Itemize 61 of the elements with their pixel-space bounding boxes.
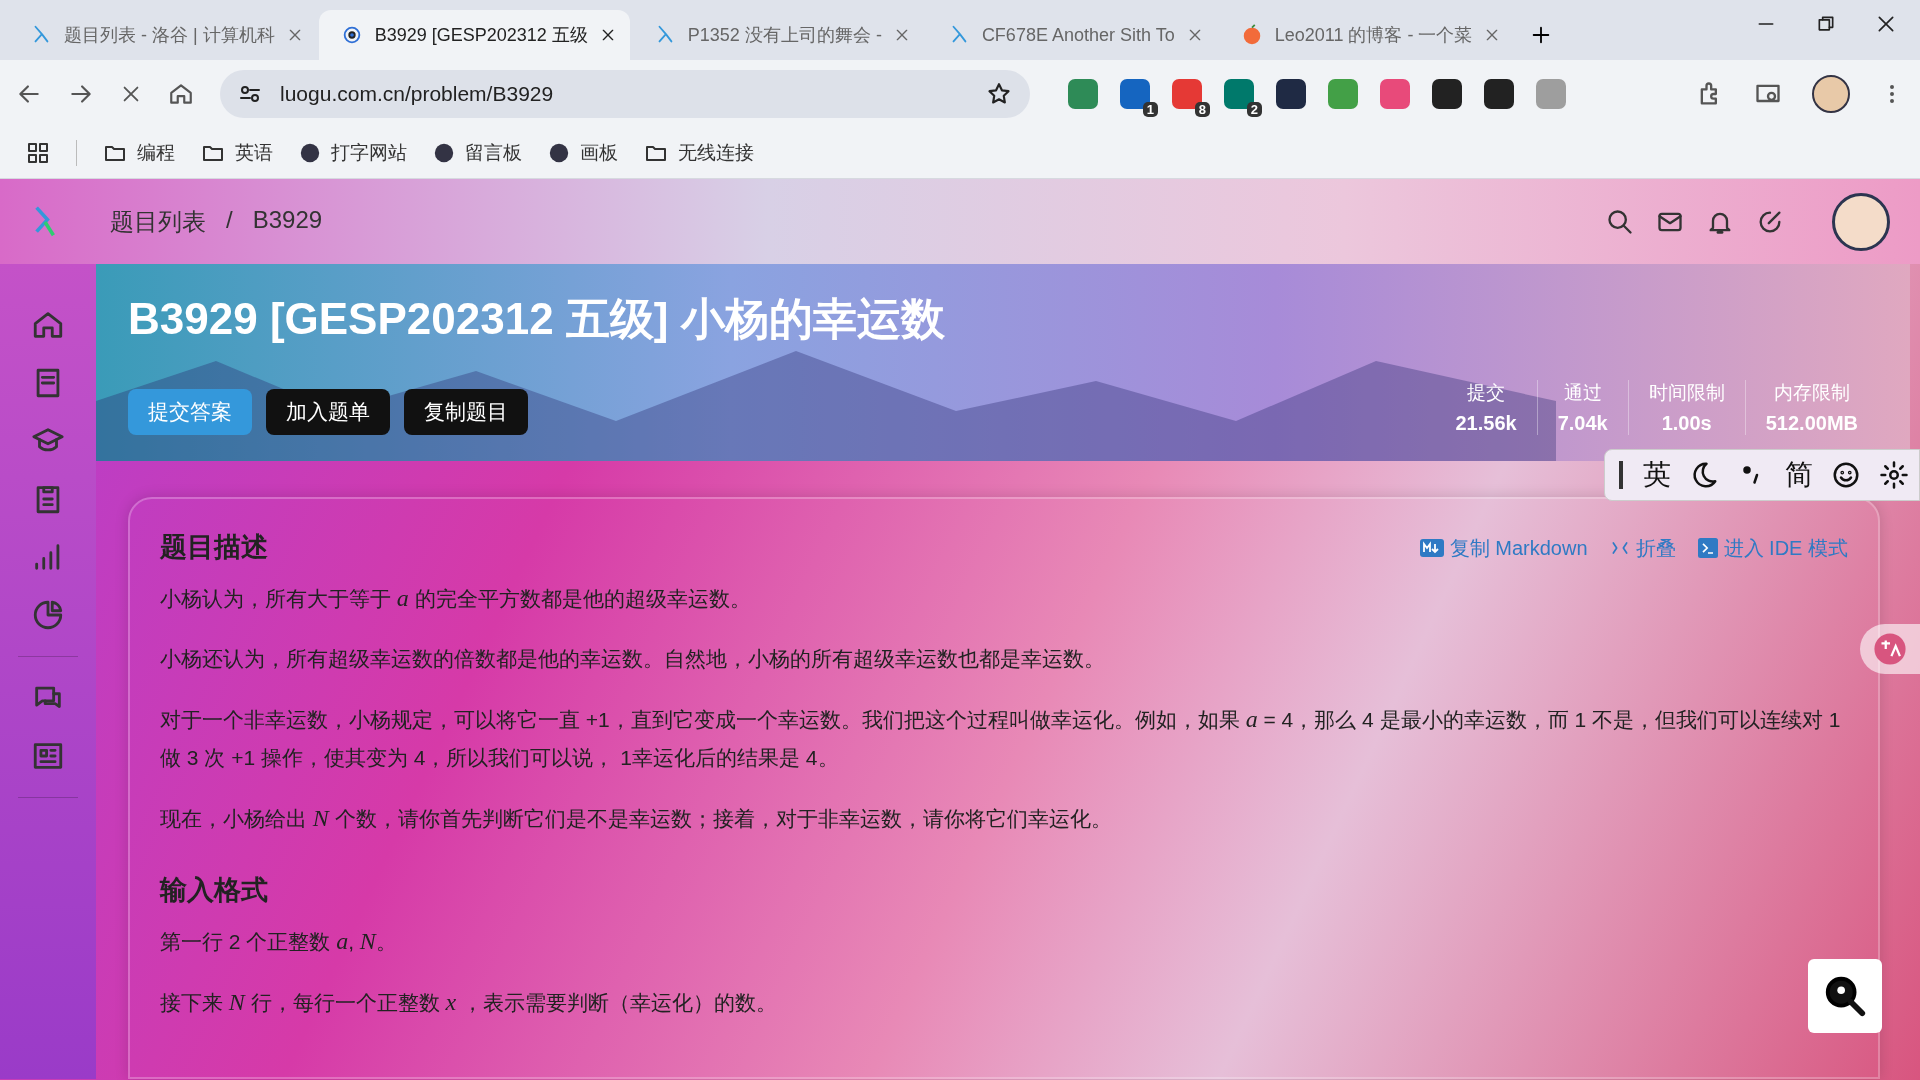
section-heading: 题目描述 (160, 531, 268, 564)
site-icon (299, 142, 321, 164)
bookmark[interactable]: 留言板 (433, 140, 522, 166)
markdown-icon (1419, 539, 1444, 557)
restore-icon[interactable] (1816, 14, 1836, 34)
profile-avatar[interactable] (1812, 75, 1850, 113)
browser-tab[interactable]: Leo2011 的博客 - 一个菜 (1218, 10, 1515, 60)
extension-icon[interactable] (1276, 79, 1306, 109)
browser-tab[interactable]: P1352 没有上司的舞会 - (631, 10, 924, 60)
language-toggle[interactable]: 英 (1643, 456, 1671, 494)
bookmark[interactable]: 画板 (548, 140, 618, 166)
close-icon[interactable] (1876, 14, 1896, 34)
problem-title: B3929 [GESP202312 五级] 小杨的幸运数 (128, 293, 946, 345)
pie-chart-icon[interactable] (31, 598, 65, 632)
breadcrumb-link[interactable]: 题目列表 (110, 205, 206, 238)
extension-icon[interactable] (1484, 79, 1514, 109)
stat-label: 内存限制 (1773, 381, 1850, 405)
search-button[interactable] (1808, 959, 1882, 1033)
browser-tab[interactable]: CF678E Another Sith To (925, 10, 1217, 60)
browser-tab[interactable]: 题目列表 - 洛谷 | 计算机科 (8, 10, 317, 60)
stat-value: 512.00MB (1765, 412, 1858, 435)
paragraph: 第一行 2 个正整数 a, N。 (160, 927, 398, 956)
bookmark[interactable]: 无线连接 (644, 140, 754, 166)
drag-handle-icon[interactable] (1619, 461, 1625, 489)
emoji-icon[interactable] (1831, 460, 1861, 490)
section-heading: 输入格式 (160, 874, 268, 907)
terminal-icon (1697, 538, 1718, 558)
user-avatar[interactable] (1832, 192, 1890, 251)
stat-label: 提交 (1467, 381, 1506, 405)
stat-label: 时间限制 (1648, 381, 1725, 405)
translate-button[interactable] (1860, 624, 1920, 674)
breadcrumb-current: B3929 (252, 205, 323, 235)
site-icon (548, 142, 570, 164)
badge-count: 2 (1246, 102, 1262, 117)
badge-count: 8 (1194, 102, 1210, 117)
bookmark[interactable]: 编程 (103, 140, 175, 166)
stat-value: 7.04k (1557, 412, 1608, 435)
apps-icon[interactable] (26, 141, 50, 165)
address-bar[interactable]: luogu.com.cn/problem/B3929 (220, 70, 1030, 118)
script-toggle[interactable]: 简 (1785, 456, 1813, 494)
url-text: luogu.com.cn/problem/B3929 (280, 82, 555, 106)
browser-tab[interactable]: B3929 [GESP202312 五级 (318, 10, 630, 60)
paragraph: 现在，小杨给出 N 个数，请你首先判断它们是不是幸运数；接着，对于非幸运数，请你将它们幸运化。 (160, 804, 1113, 833)
bookmark[interactable]: 英语 (201, 140, 273, 166)
paragraph: 小杨还认为，所有超级幸运数的倍数都是他的幸运数。自然地，小杨的所有超级幸运数也都是幸运数。 (160, 646, 1106, 672)
stat-value: 21.56k (1455, 412, 1517, 435)
breadcrumb-separator: / (226, 205, 233, 235)
search-icon[interactable] (1606, 207, 1634, 236)
paragraph: 小杨认为，所有大于等于 a 的完全平方数都是他的超级幸运数。 (160, 584, 752, 613)
bookmark[interactable]: 打字网站 (299, 140, 407, 166)
paragraph: 接下来 N 行，每行一个正整数 x ，表示需要判断（幸运化）的数。 (160, 988, 779, 1017)
settings-icon[interactable] (1879, 460, 1909, 490)
stat-value: 1.00s (1661, 412, 1712, 435)
extension-icon[interactable] (1432, 79, 1462, 109)
action-button[interactable]: 加入题单 (266, 389, 390, 435)
action-button[interactable]: 复制题目 (404, 389, 528, 435)
stat-label: 通过 (1563, 381, 1602, 405)
home-icon[interactable] (168, 81, 194, 107)
paragraph: 对于一个非幸运数，小杨规定，可以将它一直 +1，直到它变成一个幸运数。我们把这个过程叫做幸运化。例如，如果 a = 4，那么 4 是最小的幸运数，而 1 不是，但我们可以连续对 1 做 3 次 +1 操作，使其变为 4，所以我们可以说， 1幸运化后的结果是 4。 (160, 705, 1842, 771)
site-icon (433, 142, 455, 164)
badge-count: 1 (1142, 102, 1158, 117)
